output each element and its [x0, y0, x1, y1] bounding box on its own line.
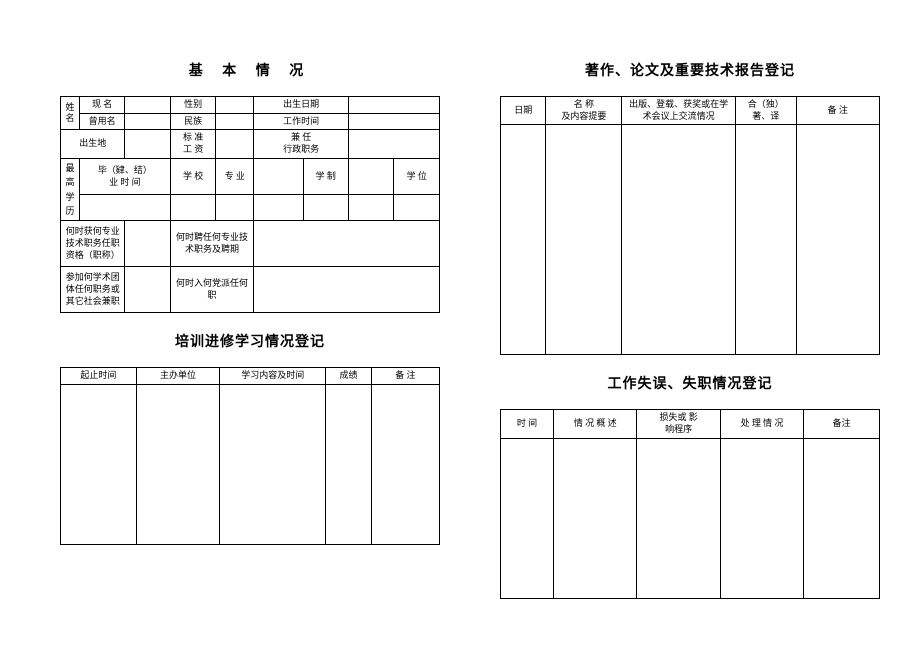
- ethnicity-label: 民族: [170, 113, 215, 130]
- party-when-value: [254, 267, 440, 313]
- fault-col-handle: 处 理 情 况: [720, 410, 803, 438]
- works-table: 日期 名 称 及内容提要 出版、登载、获奖或在学术会议上交流情况 合（独） 著、…: [500, 96, 880, 355]
- works-body-2: [546, 125, 622, 355]
- works-body-4: [735, 125, 796, 355]
- works-col-pub: 出版、登载、获奖或在学术会议上交流情况: [622, 97, 736, 125]
- schooling-value2: [303, 195, 348, 221]
- work-date-label: 工作时间: [254, 113, 349, 130]
- training-title: 培训进修学习情况登记: [60, 331, 440, 351]
- highest-edu-label: 最高学历: [61, 158, 80, 221]
- schooling-value: [348, 158, 393, 195]
- training-body-5: [371, 385, 439, 545]
- fault-body-1: [501, 438, 554, 598]
- training-col-remark: 备 注: [371, 368, 439, 385]
- fault-body-3: [637, 438, 720, 598]
- training-col-time: 起止时间: [61, 368, 137, 385]
- works-title: 著作、论文及重要技术报告登记: [500, 60, 880, 80]
- degree-label: 学 位: [394, 158, 440, 195]
- training-body-1: [61, 385, 137, 545]
- works-col-name: 名 称 及内容提要: [546, 97, 622, 125]
- fault-table: 时 间 情 况 概 述 损失或 影 响程序 处 理 情 况 备注: [500, 409, 880, 598]
- works-body-3: [622, 125, 736, 355]
- concurrent-value: [348, 130, 439, 158]
- birth-place-label: 出生地: [61, 130, 125, 158]
- works-col-author: 合（独） 著、译: [735, 97, 796, 125]
- basic-info-title: 基 本 情 况: [60, 60, 440, 80]
- training-body-2: [136, 385, 219, 545]
- qual-when-label: 何时获何专业技术职务任职资格（职称）: [61, 221, 125, 267]
- right-column: 著作、论文及重要技术报告登记 日期 名 称 及内容提要 出版、登载、获奖或在学术…: [500, 60, 880, 631]
- school-label: 学 校: [170, 158, 215, 195]
- fault-col-time: 时 间: [501, 410, 554, 438]
- training-col-content: 学习内容及时间: [220, 368, 326, 385]
- birth-place-value: [125, 130, 170, 158]
- fault-body-5: [804, 438, 880, 598]
- schooling-label: 学 制: [303, 158, 348, 195]
- fault-body-4: [720, 438, 803, 598]
- degree-value: [394, 195, 440, 221]
- fault-title: 工作失误、失职情况登记: [500, 373, 880, 393]
- major-value2: [216, 195, 254, 221]
- name-label: 姓名: [61, 97, 80, 130]
- std-wage-label: 标 准 工 资: [170, 130, 215, 158]
- qual-when-value: [125, 221, 170, 267]
- assoc-when-value: [125, 267, 170, 313]
- left-column: 基 本 情 况 姓名 现 名 性别 出生日期 曾用名 民族 工: [60, 60, 440, 631]
- former-name-label: 曾用名: [79, 113, 124, 130]
- hire-when-label: 何时聘任何专业技术职务及聘期: [170, 221, 253, 267]
- current-name-value: [125, 97, 170, 114]
- training-body-3: [220, 385, 326, 545]
- fault-col-loss: 损失或 影 响程序: [637, 410, 720, 438]
- training-table: 起止时间 主办单位 学习内容及时间 成绩 备 注: [60, 367, 440, 545]
- fault-body-2: [554, 438, 637, 598]
- works-body-5: [796, 125, 879, 355]
- major-label: 专 业: [216, 158, 254, 195]
- birth-date-label: 出生日期: [254, 97, 349, 114]
- fault-col-desc: 情 况 概 述: [554, 410, 637, 438]
- current-name-label: 现 名: [79, 97, 124, 114]
- std-wage-value: [216, 130, 254, 158]
- training-col-score: 成绩: [326, 368, 371, 385]
- party-when-label: 何时入何党派任何职: [170, 267, 253, 313]
- birth-date-value: [348, 97, 439, 114]
- school-value: [170, 195, 215, 221]
- grad-end-label: 毕（肄、结） 业 时 间: [79, 158, 170, 195]
- page: 基 本 情 况 姓名 现 名 性别 出生日期 曾用名 民族 工: [0, 0, 920, 651]
- grad-end-value: [79, 195, 170, 221]
- fault-col-remark: 备注: [804, 410, 880, 438]
- ethnicity-value: [216, 113, 254, 130]
- cell-a: [254, 195, 303, 221]
- cell-b: [348, 195, 393, 221]
- gender-value: [216, 97, 254, 114]
- concurrent-label: 兼 任 行政职务: [254, 130, 349, 158]
- hire-when-value: [254, 221, 440, 267]
- assoc-when-label: 参加何学术团体任何职务或其它社会兼职: [61, 267, 125, 313]
- training-col-host: 主办单位: [136, 368, 219, 385]
- training-body-4: [326, 385, 371, 545]
- work-date-value: [348, 113, 439, 130]
- former-name-value: [125, 113, 170, 130]
- works-body-1: [501, 125, 546, 355]
- works-col-date: 日期: [501, 97, 546, 125]
- works-col-remark: 备 注: [796, 97, 879, 125]
- major-value: [254, 158, 303, 195]
- gender-label: 性别: [170, 97, 215, 114]
- basic-info-table: 姓名 现 名 性别 出生日期 曾用名 民族 工作时间 出生地 标 准 工 资: [60, 96, 440, 313]
